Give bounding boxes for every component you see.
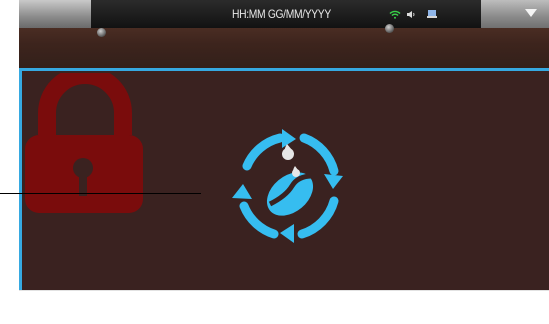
wood-panel	[19, 24, 549, 68]
bezel-left	[19, 0, 99, 28]
wifi-icon	[389, 10, 401, 19]
callout-line	[0, 193, 201, 194]
main-panel	[19, 68, 549, 290]
coffee-bean-refresh-icon	[232, 129, 343, 243]
bottom-strip	[19, 290, 549, 324]
usb-icon	[427, 10, 437, 18]
chevron-down-icon[interactable]	[525, 9, 537, 17]
screw	[385, 24, 394, 33]
screw	[97, 28, 106, 37]
status-datetime: HH:MM GG/MM/YYYY	[232, 7, 331, 21]
device-screen: HH:MM GG/MM/YYYY	[19, 0, 549, 324]
speaker-icon	[407, 10, 415, 18]
status-bar: HH:MM GG/MM/YYYY	[91, 0, 481, 28]
status-icons	[389, 9, 437, 19]
lock-icon	[25, 73, 143, 213]
